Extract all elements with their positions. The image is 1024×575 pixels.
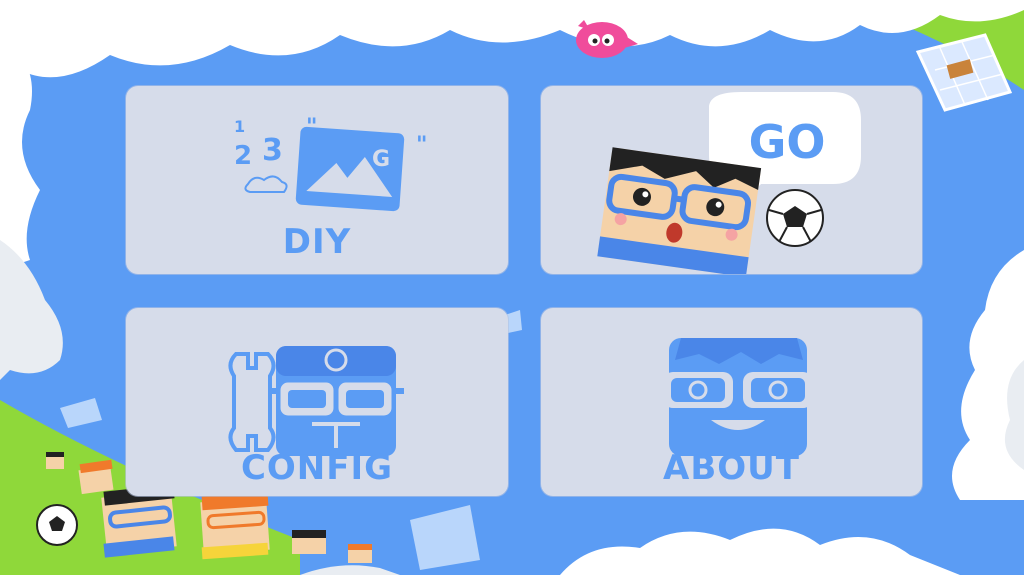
number-3: 3 [262,133,283,168]
svg-text:": " [416,133,427,158]
soccer-ball-icon [36,504,78,546]
go-label: GO [749,115,826,169]
wrench-icon [228,352,276,452]
config-button[interactable]: CONFIG [126,308,508,496]
svg-text:G: G [372,147,390,172]
cloud-left-lower [0,240,63,380]
number-1: 1 [234,117,245,136]
ice-shard-1 [60,398,102,428]
go-button[interactable]: GO [541,86,922,274]
game-menu-screen: 1 2 3 G " " DIY GO CONFIG ABOUT [0,0,1024,575]
ice-shard-2 [410,505,480,570]
config-label: CONFIG [240,448,394,488]
diy-label: DIY [282,222,352,262]
cloud-bottom-small [300,565,400,575]
player-with-ball-icon: GO [597,92,861,274]
cloud-bottom [560,528,960,575]
go-soccer-ball-icon [766,189,824,247]
number-2: 2 [234,141,252,171]
svg-text:": " [306,115,317,140]
diy-button[interactable]: 1 2 3 G " " DIY [126,86,508,274]
about-button[interactable]: ABOUT [541,308,922,496]
cloud-top [0,0,1024,80]
about-label: ABOUT [663,448,800,488]
